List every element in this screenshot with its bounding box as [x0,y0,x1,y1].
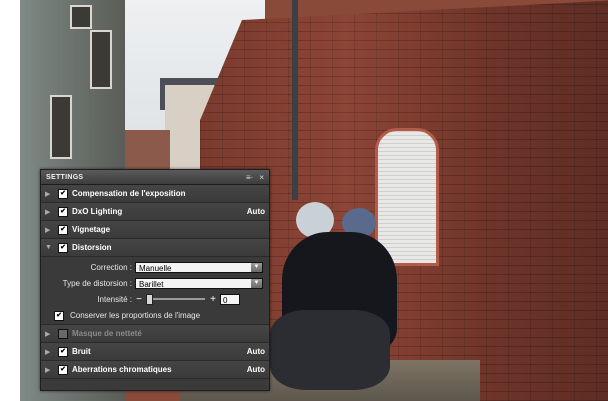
intensity-label: Intensité : [97,294,132,304]
section-value: Auto [246,347,265,356]
section-checkbox[interactable]: ✔ [58,364,68,375]
intensity-slider[interactable] [146,294,205,305]
section-checkbox[interactable]: ✔ [58,346,68,357]
correction-select[interactable]: Manuelle ▼ [135,261,263,273]
palette-title: SETTINGS [46,173,84,181]
distortion-type-select-value: Barillet [139,279,164,289]
window [50,95,72,159]
section-label: Aberrations chromatiques [72,365,172,374]
window [70,5,92,29]
settings-palette: SETTINGS ≡· × ▶ ✔ Compensation de l'expo… [40,169,270,391]
keep-proportions-option[interactable]: ✔ Conserver les proportions de l'image [41,307,269,324]
distortion-type-field: Type de distorsion : Barillet ▼ [41,275,269,291]
section-sharpening-mask[interactable]: ▶ ✔ Masque de netteté [41,325,269,343]
section-checkbox[interactable]: ✔ [58,224,68,235]
correction-select-value: Manuelle [139,263,172,273]
palette-menu-icon[interactable]: ≡· [246,173,253,182]
expand-arrow-icon[interactable]: ▶ [45,208,55,216]
section-value: Auto [246,365,265,374]
section-checkbox[interactable]: ✔ [58,188,68,199]
section-value: Auto [246,207,265,216]
intensity-input[interactable]: 0 [220,293,240,305]
keep-proportions-checkbox[interactable]: ✔ [54,310,64,321]
section-label: Distorsion [72,243,112,252]
expand-arrow-icon[interactable]: ▶ [45,348,55,356]
section-label: Masque de netteté [72,329,142,338]
expand-arrow-icon[interactable]: ▶ [45,366,55,374]
section-checkbox[interactable]: ✔ [58,328,68,339]
intensity-decrease-button[interactable]: − [135,294,143,305]
drain-pipe [292,0,298,200]
section-label: Vignetage [72,225,111,234]
intensity-field: Intensité : − + 0 [41,291,269,307]
section-dxo-lighting[interactable]: ▶ ✔ DxO Lighting Auto [41,203,269,221]
palette-titlebar[interactable]: SETTINGS ≡· × [41,170,269,185]
section-label: Bruit [72,347,91,356]
section-noise[interactable]: ▶ ✔ Bruit Auto [41,343,269,361]
expand-arrow-icon[interactable]: ▶ [45,190,55,198]
window [90,30,112,89]
scooter [270,310,390,390]
section-label: Compensation de l'exposition [72,189,186,198]
distortion-type-select[interactable]: Barillet ▼ [135,277,263,289]
section-vignetage[interactable]: ▶ ✔ Vignetage [41,221,269,239]
distorsion-controls: Correction : Manuelle ▼ Type de distorsi… [41,257,269,325]
section-checkbox[interactable]: ✔ [58,242,68,253]
slider-handle[interactable] [146,294,153,305]
correction-label: Correction : [90,262,132,272]
roller-shutter-window [375,128,439,266]
chevron-down-icon[interactable]: ▼ [251,278,262,288]
section-checkbox[interactable]: ✔ [58,206,68,217]
expand-arrow-icon[interactable]: ▶ [45,226,55,234]
expand-arrow-icon[interactable]: ▶ [45,330,55,338]
section-chromatic-aberrations[interactable]: ▶ ✔ Aberrations chromatiques Auto [41,361,269,379]
intensity-increase-button[interactable]: + [209,294,217,305]
section-label: DxO Lighting [72,207,123,216]
correction-field: Correction : Manuelle ▼ [41,259,269,275]
tile-roof [120,130,170,170]
distortion-type-label: Type de distorsion : [62,278,132,288]
close-icon[interactable]: × [259,173,264,182]
keep-proportions-label: Conserver les proportions de l'image [70,311,201,320]
chevron-down-icon[interactable]: ▼ [251,262,262,272]
section-exposure-compensation[interactable]: ▶ ✔ Compensation de l'exposition [41,185,269,203]
collapse-arrow-icon[interactable]: ▼ [45,244,55,251]
section-distorsion[interactable]: ▼ ✔ Distorsion [41,239,269,257]
